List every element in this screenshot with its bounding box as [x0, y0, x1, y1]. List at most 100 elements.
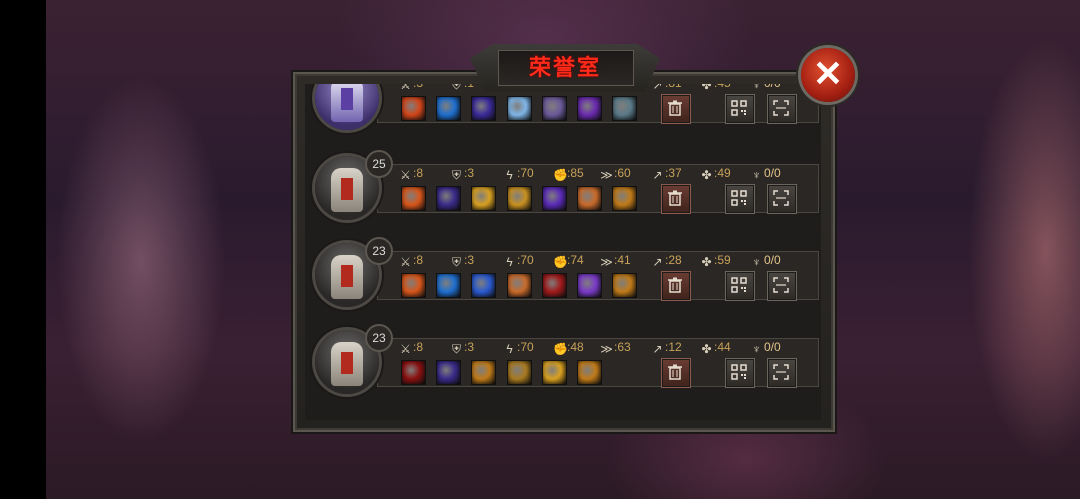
- stat-luck: ✤:59: [700, 253, 731, 269]
- stat-attack: ⚔:8: [399, 340, 423, 356]
- skill-dark-slash-icon[interactable]: [436, 360, 461, 385]
- stat-value: :49: [714, 166, 731, 180]
- skill-blue-wave-icon[interactable]: [471, 273, 496, 298]
- hero-row: ⚔:3⛨:1ϟ:60✊:14≫:44↗:81✤:45♆0/0: [305, 84, 821, 142]
- skill-shield-hammer-icon[interactable]: [577, 360, 602, 385]
- skill-cross-blades-icon[interactable]: [507, 360, 532, 385]
- skill-flame-slash-icon[interactable]: [401, 186, 426, 211]
- stat-value: :8: [413, 253, 424, 267]
- delete-button[interactable]: [661, 358, 691, 388]
- delete-button[interactable]: [661, 184, 691, 214]
- skill-blue-vortex-icon[interactable]: [436, 96, 461, 121]
- stat-strength: ✊:85: [553, 166, 584, 182]
- hero-row: 23 ⚔:8 ⛨:3 ϟ:70 ✊:74 ≫:41 ↗:28 ✤:59 ♆ 0/0: [305, 237, 821, 319]
- hero-figure: [331, 255, 363, 299]
- close-icon: ✕: [812, 53, 844, 94]
- stat-value: :41: [614, 253, 631, 267]
- crit-icon: ↗: [652, 84, 663, 92]
- stat-luck: ✤:49: [700, 166, 731, 182]
- trash-icon: [668, 100, 682, 116]
- skill-wind-tornado-icon[interactable]: [612, 96, 637, 121]
- stat-value: :3: [413, 84, 423, 90]
- skill-flame-burst-icon[interactable]: [577, 186, 602, 211]
- qr-button[interactable]: [725, 184, 755, 214]
- stat-value: :63: [614, 340, 631, 354]
- skill-shadow-hood-icon[interactable]: [542, 96, 567, 121]
- skill-fire-orb-icon[interactable]: [401, 96, 426, 121]
- stat-trophy: ♆0/0: [750, 340, 781, 356]
- stat-value: :28: [665, 253, 682, 267]
- shield-icon: ⛨: [451, 84, 461, 92]
- skill-blue-vortex-icon[interactable]: [436, 273, 461, 298]
- hero-figure: [331, 168, 363, 212]
- skill-red-ring-icon[interactable]: [542, 273, 567, 298]
- qr-icon: [731, 277, 747, 293]
- hero-row: 23 ⚔:8 ⛨:3 ϟ:70 ✊:48 ≫:63 ↗:12 ✤:44 ♆ 0/0: [305, 324, 821, 406]
- scan-icon: [773, 277, 789, 293]
- scan-button[interactable]: [767, 94, 797, 124]
- delete-button[interactable]: [661, 271, 691, 301]
- qr-button[interactable]: [725, 358, 755, 388]
- skill-flame-burst-icon[interactable]: [507, 273, 532, 298]
- scan-icon: [773, 190, 789, 206]
- scan-button[interactable]: [767, 358, 797, 388]
- stat-speed: ϟ:70: [503, 166, 533, 182]
- stat-value: :59: [714, 253, 731, 267]
- skill-shield-hammer-icon[interactable]: [612, 186, 637, 211]
- stat-crit: ↗:12: [651, 340, 681, 356]
- stat-agility: ≫:41: [600, 253, 631, 269]
- skill-purple-rune-icon[interactable]: [577, 273, 602, 298]
- stat-value: :1: [464, 84, 474, 90]
- close-button[interactable]: ✕: [801, 48, 855, 102]
- stat-value: 0/0: [764, 84, 781, 90]
- stat-value: :60: [614, 166, 631, 180]
- scan-icon: [773, 100, 789, 116]
- qr-button[interactable]: [725, 94, 755, 124]
- stat-trophy: ♆0/0: [750, 253, 781, 269]
- skill-golden-strike-icon[interactable]: [542, 360, 567, 385]
- lightning-icon: ϟ: [506, 255, 513, 269]
- muscle-icon: ✊: [553, 168, 568, 182]
- trophy-icon: ♆: [752, 255, 761, 269]
- stat-value: 0/0: [764, 253, 781, 267]
- stat-value: :44: [714, 340, 731, 354]
- stat-value: :70: [517, 253, 534, 267]
- qr-icon: [731, 190, 747, 206]
- lightning-icon: ϟ: [506, 342, 513, 356]
- wing-icon: ≫: [600, 255, 613, 269]
- hero-figure: [331, 84, 363, 122]
- skill-flame-slash-icon[interactable]: [401, 273, 426, 298]
- skill-ice-spirit-icon[interactable]: [507, 96, 532, 121]
- skill-shield-hammer-icon[interactable]: [612, 273, 637, 298]
- skill-light-beam-icon[interactable]: [507, 186, 532, 211]
- crit-icon: ↗: [652, 255, 663, 269]
- skill-arcane-pillars-icon[interactable]: [577, 96, 602, 121]
- hero-list[interactable]: ⚔:3⛨:1ϟ:60✊:14≫:44↗:81✤:45♆0/025⚔:8⛨:3ϟ:…: [305, 84, 821, 420]
- stat-agility: ≫:60: [600, 166, 631, 182]
- delete-button[interactable]: [661, 94, 691, 124]
- stat-speed: ϟ :70: [503, 253, 534, 269]
- stat-crit: ↗:37: [651, 166, 682, 182]
- stat-agility: ≫:63: [600, 340, 631, 356]
- skill-dark-slash-icon[interactable]: [436, 186, 461, 211]
- wing-icon: ≫: [600, 342, 613, 356]
- skill-holy-cross-icon[interactable]: [542, 186, 567, 211]
- scan-button[interactable]: [767, 271, 797, 301]
- skill-golden-strike-icon[interactable]: [471, 186, 496, 211]
- qr-button[interactable]: [725, 271, 755, 301]
- hero-portrait-mage-hero[interactable]: [315, 84, 379, 130]
- stat-value: :8: [413, 166, 424, 180]
- skill-purple-slash-icon[interactable]: [471, 96, 496, 121]
- scan-icon: [773, 364, 789, 380]
- clover-icon: ✤: [701, 342, 712, 356]
- skill-blood-beast-icon[interactable]: [401, 360, 426, 385]
- stat-attack: ⚔:3: [399, 84, 423, 92]
- stat-defense: ⛨:3: [450, 166, 474, 182]
- stat-value: :37: [665, 166, 682, 180]
- stat-luck: ✤:45: [700, 84, 730, 92]
- muscle-icon: ✊: [553, 255, 568, 269]
- scan-button[interactable]: [767, 184, 797, 214]
- qr-icon: [731, 100, 747, 116]
- skill-shield-hammer-icon[interactable]: [471, 360, 496, 385]
- trophy-icon: ♆: [752, 84, 761, 92]
